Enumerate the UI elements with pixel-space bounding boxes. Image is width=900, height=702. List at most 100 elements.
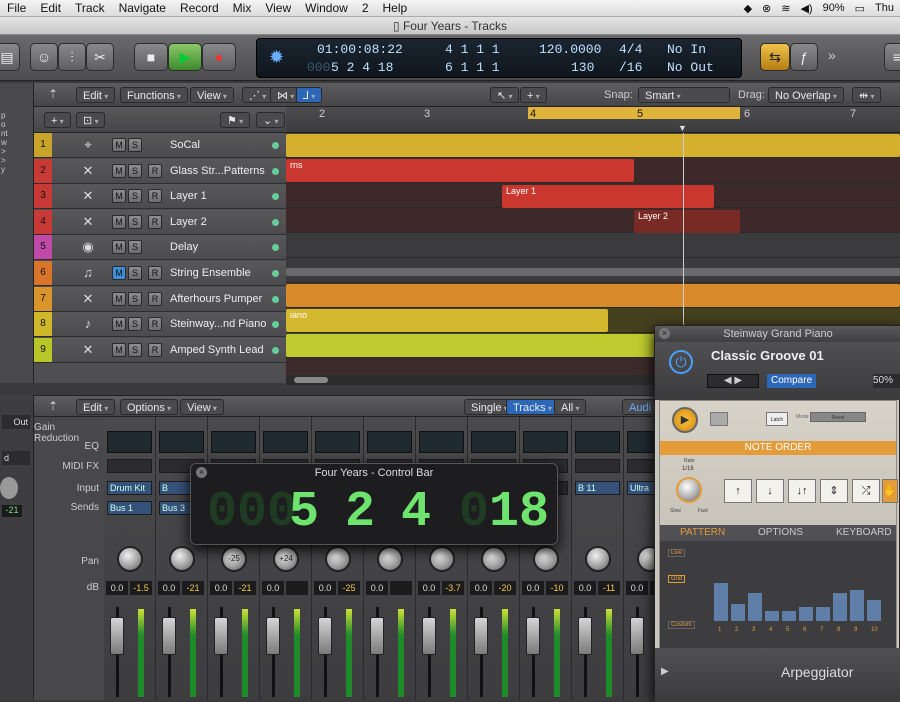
tab-options[interactable]: OPTIONS xyxy=(758,527,803,538)
track-lane[interactable] xyxy=(286,258,900,283)
volume-fader[interactable] xyxy=(266,617,280,655)
track-name[interactable]: Layer 1 xyxy=(170,184,207,208)
record-enable-button[interactable]: R xyxy=(148,317,162,332)
solo-button[interactable]: S xyxy=(128,214,142,229)
track-name[interactable]: Glass Str...Patterns xyxy=(170,159,265,183)
preset-nav[interactable]: ◀ ▶ xyxy=(707,374,759,388)
order-outin-button[interactable]: ⇕ xyxy=(820,479,848,503)
track-header[interactable]: 4 ✕ M S R Layer 2 xyxy=(34,209,286,235)
eq-thumbnail[interactable] xyxy=(107,431,152,453)
pan-knob[interactable] xyxy=(429,546,455,572)
grid-button[interactable]: Grid xyxy=(668,575,686,583)
mute-button[interactable]: M xyxy=(112,163,126,178)
step-bar[interactable] xyxy=(833,593,847,621)
menu-window[interactable]: Window xyxy=(298,1,355,15)
order-up-button[interactable]: ↑ xyxy=(724,479,752,503)
region[interactable] xyxy=(286,134,900,157)
region[interactable]: rns xyxy=(286,159,634,182)
arp-record-button[interactable] xyxy=(710,412,728,426)
pan-knob[interactable]: +24 xyxy=(273,546,299,572)
track-name[interactable]: Steinway...nd Piano xyxy=(170,312,266,336)
custom-button[interactable]: Custom xyxy=(668,621,695,629)
volume-fader[interactable] xyxy=(526,617,540,655)
menu-view[interactable]: View xyxy=(258,1,298,15)
live-button[interactable]: Live xyxy=(668,549,686,557)
tab-keyboard[interactable]: KEYBOARD xyxy=(836,527,892,538)
input-slot[interactable]: B 11 xyxy=(575,481,620,495)
plugin-window[interactable]: × Steinway Grand Piano ⏻ Classic Groove … xyxy=(654,325,900,702)
output-slot[interactable]: Out xyxy=(2,415,30,429)
pan-knob[interactable]: -25 xyxy=(221,546,247,572)
mixer-options-menu[interactable]: Options xyxy=(120,399,179,415)
solo-button[interactable]: S xyxy=(128,266,142,280)
step-bar[interactable] xyxy=(765,610,779,621)
volume-fader[interactable] xyxy=(110,617,124,655)
tuner-button[interactable]: ƒ xyxy=(790,43,818,71)
play-button[interactable]: ▶ xyxy=(168,43,202,71)
bar-ruler[interactable]: 2 3 4 5 6 7 ▼ xyxy=(286,107,900,133)
step-bar[interactable] xyxy=(782,610,796,621)
menu-navigate[interactable]: Navigate xyxy=(112,1,173,15)
drag-select[interactable]: No Overlap xyxy=(768,87,844,103)
arp-play-button[interactable]: ▶ xyxy=(672,407,698,433)
mute-button[interactable]: M xyxy=(112,240,126,255)
pan-knob[interactable] xyxy=(533,546,559,572)
eq-thumbnail[interactable] xyxy=(367,431,412,453)
mute-button[interactable]: M xyxy=(112,214,126,229)
battery-percent[interactable]: 90% xyxy=(823,2,845,15)
step-bar[interactable] xyxy=(714,582,728,621)
volume-fader[interactable] xyxy=(214,617,228,655)
region[interactable] xyxy=(286,284,900,307)
track-header[interactable]: 8 ♪ M S R Steinway...nd Piano xyxy=(34,312,286,338)
edit-menu[interactable]: Edit xyxy=(76,87,116,103)
eq-thumbnail[interactable] xyxy=(263,431,308,453)
catch-button[interactable]: ⋰ xyxy=(242,87,274,103)
clock-day[interactable]: Thu xyxy=(875,2,894,15)
track-name[interactable]: SoCal xyxy=(170,133,200,157)
eq-thumbnail[interactable] xyxy=(315,431,360,453)
solo-button[interactable]: S xyxy=(128,342,142,357)
solo-button[interactable]: S xyxy=(128,317,142,332)
step-bar[interactable] xyxy=(867,600,881,621)
reset-button[interactable]: Reset xyxy=(810,412,866,422)
region[interactable]: iano xyxy=(286,309,608,332)
step-bar[interactable] xyxy=(799,607,813,621)
order-manual-button[interactable]: ✋ xyxy=(882,479,898,503)
stop-button[interactable]: ■ xyxy=(134,43,168,71)
track-lane[interactable] xyxy=(286,133,900,158)
eq-thumbnail[interactable] xyxy=(211,431,256,453)
region[interactable]: Layer 2 xyxy=(634,210,740,233)
eq-thumbnail[interactable] xyxy=(419,431,464,453)
collapse-button[interactable]: ⌄ xyxy=(256,112,286,128)
solo-button[interactable]: S xyxy=(128,163,142,178)
pan-knob[interactable] xyxy=(117,546,143,572)
mute-button[interactable]: M xyxy=(112,342,126,357)
track-header[interactable]: 5 ◉ M S Delay xyxy=(34,235,286,261)
lcd-mode-icon[interactable]: ✹ xyxy=(269,47,284,69)
pan-knob[interactable] xyxy=(481,546,507,572)
menu-record[interactable]: Record xyxy=(173,1,226,15)
menu-file[interactable]: File xyxy=(0,1,33,15)
playhead-icon[interactable]: ▼ xyxy=(678,123,687,133)
track-header[interactable]: 1 ⌖ M S SoCal xyxy=(34,133,286,158)
record-button[interactable]: ● xyxy=(202,43,236,71)
midi-fx-slot[interactable] xyxy=(107,459,152,473)
record-enable-button[interactable]: R xyxy=(148,266,162,280)
rate-knob[interactable] xyxy=(676,477,702,503)
eq-thumbnail[interactable] xyxy=(159,431,204,453)
group-slot[interactable]: d xyxy=(2,451,30,465)
mute-button[interactable]: M xyxy=(112,189,126,204)
track-name[interactable]: Layer 2 xyxy=(170,210,207,234)
mute-button[interactable]: M xyxy=(112,317,126,332)
record-enable-button[interactable]: R xyxy=(148,214,162,229)
menu-edit[interactable]: Edit xyxy=(33,1,68,15)
functions-menu[interactable]: Functions xyxy=(120,87,188,103)
step-bar[interactable] xyxy=(731,603,745,621)
mixer-button[interactable]: ⫶ xyxy=(58,43,86,71)
lcd-display[interactable]: ✹ 01:00:08:22 000 5 2 4 18 4 1 1 1 6 1 1… xyxy=(256,38,742,78)
scroll-thumb[interactable] xyxy=(294,377,328,383)
new-track-button[interactable]: + xyxy=(44,112,71,128)
mixer-view-menu[interactable]: View xyxy=(180,399,224,415)
pattern-grid[interactable]: Live Grid Custom 1 2 3 4 5 6 7 8 9 10 xyxy=(660,541,896,649)
mute-button[interactable]: M xyxy=(112,138,126,152)
